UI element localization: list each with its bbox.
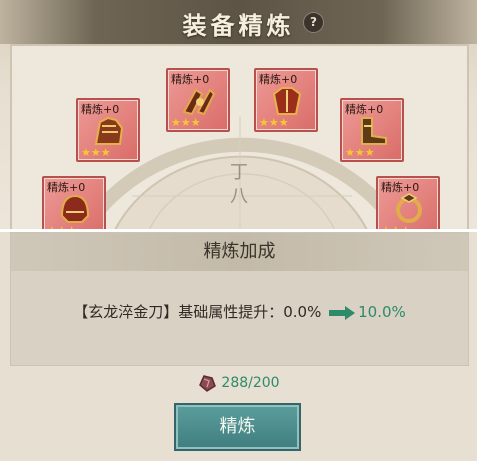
cost-amount: 288/200: [221, 375, 280, 391]
star-rating: ★★★: [81, 146, 111, 159]
equipment-slot-6[interactable]: 精炼+0 ★★★: [376, 176, 440, 230]
help-icon[interactable]: ?: [303, 12, 324, 33]
refine-bonus-box: 精炼加成 【玄龙淬金刀】基础属性提升：0.0% 10.0%: [10, 232, 469, 366]
next-value: 10.0%: [358, 303, 406, 321]
equipment-slot-1[interactable]: 精炼+0 ★★★: [76, 98, 140, 162]
dial-char-1: 丁: [230, 162, 248, 183]
arrow-right-icon: [329, 305, 356, 320]
boots-icon: [361, 117, 387, 145]
bonus-line: 【玄龙淬金刀】基础属性提升：0.0% 10.0%: [11, 301, 468, 322]
claw-weapon-icon: [182, 88, 216, 116]
ore-icon: [199, 375, 217, 392]
star-rating: ★★★: [345, 146, 375, 159]
equipment-slot-4[interactable]: 精炼+0 ★★★: [340, 98, 404, 162]
refine-button[interactable]: 精炼: [174, 403, 301, 451]
star-rating: ★★★: [259, 116, 289, 129]
equipment-slot-5[interactable]: 精炼+0 ★★★: [42, 176, 106, 230]
refine-panel-bottom: 精炼加成 【玄龙淬金刀】基础属性提升：0.0% 10.0% 288/200 精炼: [0, 232, 477, 461]
current-value: 0.0%: [283, 303, 322, 321]
item-name: 【玄龙淬金刀】: [73, 303, 179, 321]
page-title: 装备精炼: [182, 11, 295, 40]
attr-label: 基础属性提升：: [178, 303, 284, 321]
equipment-frame: 丁 八 精炼+0 ★★★ 精炼+0 ★★★ 精炼+0 ★★★ 精炼+0 ★★★ …: [10, 44, 469, 230]
refine-panel-top: 装备精炼 ? 丁 八 精炼+0 ★★★ 精炼+0 ★★★ 精炼+0 ★★★ 精炼…: [0, 0, 477, 230]
equipment-slot-2[interactable]: 精炼+0 ★★★: [166, 68, 230, 132]
ring-icon: [396, 193, 422, 223]
armor-icon: [272, 87, 302, 115]
gauntlet-icon: [94, 116, 124, 145]
helmet-icon: [60, 194, 90, 223]
title-bar: 装备精炼 ?: [0, 0, 477, 44]
refine-cost: 288/200: [0, 373, 477, 393]
star-rating: ★★★: [171, 116, 201, 129]
bonus-heading: 精炼加成: [11, 233, 468, 271]
equipment-slot-3[interactable]: 精炼+0 ★★★: [254, 68, 318, 132]
dial-char-2: 八: [230, 186, 248, 207]
